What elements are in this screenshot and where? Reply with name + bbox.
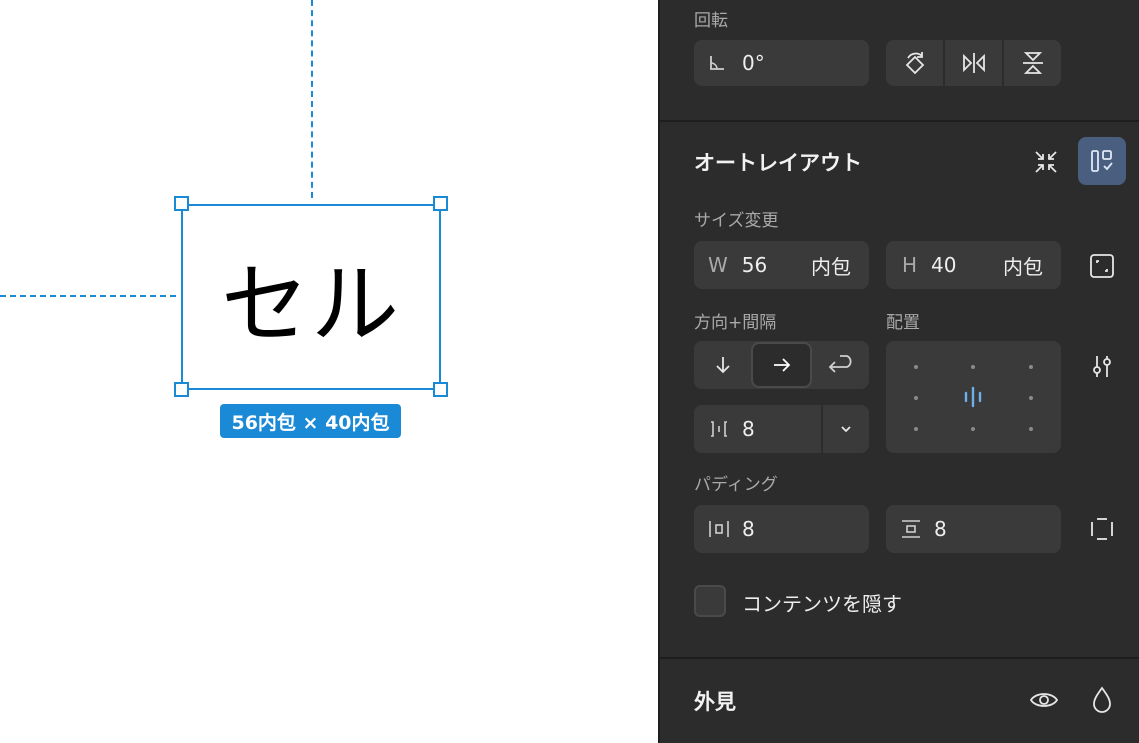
align-bottom-left[interactable] xyxy=(914,427,918,431)
horizontal-padding-icon xyxy=(708,519,734,539)
gap-value: 8 xyxy=(742,417,755,441)
height-mode[interactable]: 内包 xyxy=(1003,251,1043,280)
transform-buttons xyxy=(886,40,1061,86)
selected-frame[interactable]: セル xyxy=(181,204,441,390)
align-top-left[interactable] xyxy=(914,365,918,369)
height-input[interactable]: H 40 内包 xyxy=(886,241,1061,289)
size-badge: 56内包 × 40内包 xyxy=(220,404,401,438)
resize-label: サイズ変更 xyxy=(694,211,779,231)
resize-options-button[interactable] xyxy=(1084,248,1120,284)
section-divider-appearance xyxy=(660,657,1139,659)
auto-layout-heading: オートレイアウト xyxy=(694,151,862,175)
properties-panel: 回転 0° オートレイアウト サイズ変更 W 56 内包 H 40 内包 方向+… xyxy=(658,0,1139,743)
gap-icon xyxy=(708,419,734,439)
height-prefix: H xyxy=(902,253,918,277)
align-top-center[interactable] xyxy=(971,365,975,369)
rotation-input[interactable]: 0° xyxy=(694,40,869,86)
resize-handle-top-right[interactable] xyxy=(433,196,448,211)
chevron-down-icon xyxy=(841,426,851,433)
frame-text[interactable]: セル xyxy=(183,206,439,388)
flip-vertical-icon xyxy=(1021,49,1045,77)
flip-vertical-button[interactable] xyxy=(1004,40,1061,86)
advanced-layout-settings-button[interactable] xyxy=(1084,348,1120,384)
appearance-heading: 外見 xyxy=(694,690,736,714)
align-center-active-icon[interactable] xyxy=(962,386,984,408)
width-value: 56 xyxy=(741,253,768,277)
direction-vertical-button[interactable] xyxy=(694,341,751,389)
layout-guide-toggle[interactable] xyxy=(1078,137,1126,185)
align-middle-right[interactable] xyxy=(1029,396,1033,400)
rotation-value: 0° xyxy=(742,51,765,75)
remove-auto-layout-button[interactable] xyxy=(1022,140,1070,184)
align-top-right[interactable] xyxy=(1029,365,1033,369)
flip-horizontal-icon xyxy=(960,51,988,75)
padding-label: パディング xyxy=(694,475,778,495)
eye-icon xyxy=(1029,689,1059,711)
clip-content-label[interactable]: コンテンツを隠す xyxy=(742,588,902,617)
height-value: 40 xyxy=(931,253,957,277)
drop-icon xyxy=(1091,686,1113,714)
rotation-label: 回転 xyxy=(694,11,728,31)
width-prefix: W xyxy=(708,253,728,277)
individual-padding-button[interactable] xyxy=(1084,511,1120,547)
direction-wrap-button[interactable] xyxy=(812,341,869,389)
layout-check-icon xyxy=(1089,148,1115,174)
clip-content-checkbox[interactable] xyxy=(694,585,726,617)
wrap-arrow-icon xyxy=(826,354,856,376)
gap-dropdown-button[interactable] xyxy=(821,405,869,453)
gap-input[interactable]: 8 xyxy=(694,405,869,453)
align-middle-left[interactable] xyxy=(914,396,918,400)
design-canvas[interactable]: セル 56内包 × 40内包 xyxy=(0,0,658,743)
vertical-padding-icon xyxy=(900,519,926,539)
section-divider xyxy=(660,120,1139,122)
width-input[interactable]: W 56 内包 xyxy=(694,241,869,289)
horizontal-guide-line xyxy=(0,295,176,297)
angle-icon xyxy=(708,54,730,72)
rotate-icon xyxy=(903,49,927,77)
vertical-padding-input[interactable]: 8 xyxy=(886,505,1061,553)
direction-spacing-label: 方向+間隔 xyxy=(694,313,777,333)
resize-handle-top-left[interactable] xyxy=(174,196,189,211)
alignment-grid[interactable] xyxy=(886,341,1061,453)
resize-handle-bottom-left[interactable] xyxy=(174,382,189,397)
sliders-icon xyxy=(1089,353,1115,379)
direction-selector xyxy=(694,341,869,389)
arrow-down-icon xyxy=(713,355,733,375)
horizontal-padding-input[interactable]: 8 xyxy=(694,505,869,553)
arrow-right-icon xyxy=(772,355,792,375)
collapse-arrows-icon xyxy=(1033,149,1059,175)
direction-horizontal-button[interactable] xyxy=(751,342,812,388)
rotate-90-button[interactable] xyxy=(886,40,945,86)
vertical-padding-value: 8 xyxy=(934,517,947,541)
flip-horizontal-button[interactable] xyxy=(945,40,1004,86)
align-bottom-center[interactable] xyxy=(971,427,975,431)
blend-mode-button[interactable] xyxy=(1084,680,1120,720)
visibility-toggle-button[interactable] xyxy=(1024,680,1064,720)
vertical-guide-line xyxy=(311,0,313,198)
alignment-label: 配置 xyxy=(886,313,920,333)
resize-frame-icon xyxy=(1089,253,1115,279)
align-bottom-right[interactable] xyxy=(1029,427,1033,431)
width-mode[interactable]: 内包 xyxy=(811,251,851,280)
horizontal-padding-value: 8 xyxy=(742,517,755,541)
padding-sides-icon xyxy=(1089,516,1115,542)
resize-handle-bottom-right[interactable] xyxy=(433,382,448,397)
